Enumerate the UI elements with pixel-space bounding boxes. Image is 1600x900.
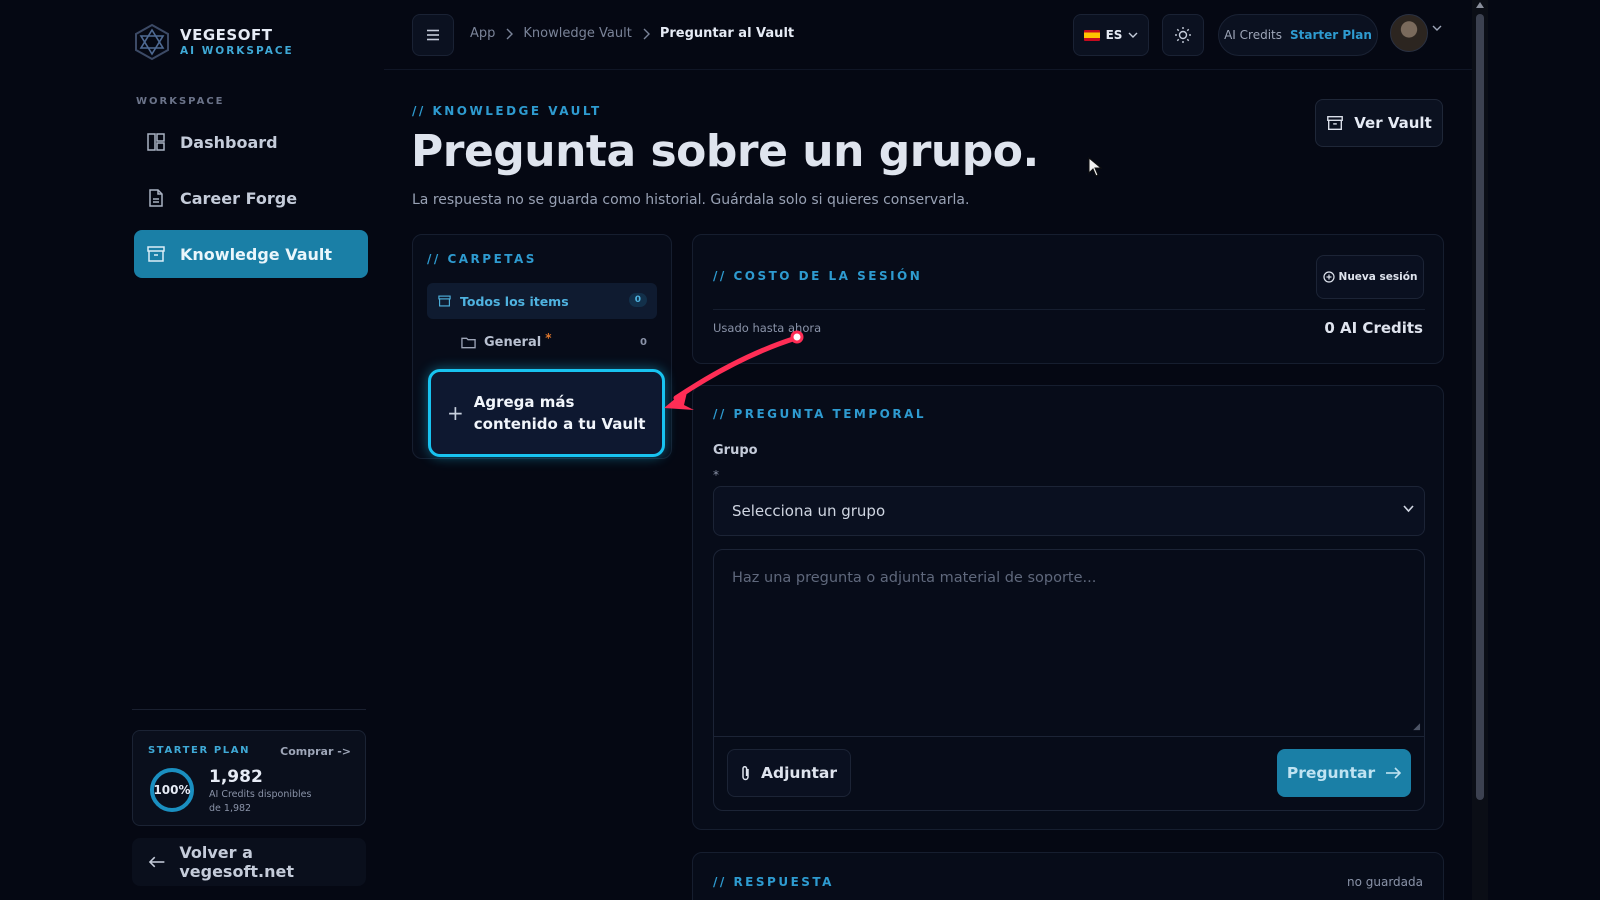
archive-icon — [1327, 116, 1344, 130]
credits-percent: 100% — [153, 783, 191, 797]
paperclip-icon — [742, 765, 749, 781]
folder-icon — [461, 337, 476, 348]
plan-name: Starter Plan — [1289, 28, 1372, 42]
breadcrumb-knowledge-vault[interactable]: Knowledge Vault — [523, 26, 631, 41]
resize-handle-icon[interactable]: ◢ — [1413, 722, 1420, 732]
add-content-line-2: contenido a tu Vault — [473, 415, 646, 433]
credits-total-label: de 1,982 — [209, 803, 252, 814]
plan-card: STARTER PLAN Comprar -> 100% 1,982 AI Cr… — [132, 730, 366, 826]
chevron-down-icon — [1128, 32, 1138, 38]
folder-all-label: Todos los items — [460, 293, 569, 309]
sidebar-item-label: Career Forge — [180, 188, 298, 208]
sidebar: VEGESOFT AI WORKSPACE WORKSPACE Dashboar… — [0, 0, 384, 900]
credits-available-label: AI Credits disponibles — [209, 789, 312, 800]
credits-plan-pill[interactable]: AI Credits Starter Plan — [1218, 14, 1378, 56]
ask-label: Preguntar — [1286, 764, 1376, 782]
chevron-down-icon — [1403, 505, 1414, 513]
back-to-site-label: Volver a vegesoft.net — [179, 843, 295, 881]
sidebar-item-career-forge[interactable]: Career Forge — [134, 174, 368, 222]
sidebar-item-dashboard[interactable]: Dashboard — [134, 118, 368, 166]
scroll-up-icon[interactable] — [1476, 2, 1484, 8]
chevron-down-icon[interactable] — [1432, 25, 1442, 32]
add-content-line-1: Agrega más — [473, 393, 575, 411]
textarea-divider — [714, 736, 1424, 737]
answer-eyebrow: // RESPUESTA — [713, 875, 834, 889]
topbar: App Knowledge Vault Preguntar al Vault E… — [384, 0, 1472, 70]
page-title: Pregunta sobre un grupo. — [411, 126, 1039, 177]
spain-flag-icon — [1083, 29, 1100, 41]
answer-status: no guardada — [1346, 875, 1423, 889]
new-session-label: Nueva sesión — [1338, 271, 1418, 283]
session-cost-card: // COSTO DE LA SESIÓN Nueva sesión Usado… — [692, 234, 1444, 364]
folder-general-label: General — [484, 334, 542, 350]
language-selector[interactable]: ES — [1073, 14, 1149, 56]
breadcrumb-app[interactable]: App — [470, 26, 495, 41]
group-label: Grupo — [713, 443, 758, 458]
default-star: * — [545, 331, 552, 345]
attach-label: Adjuntar — [761, 764, 837, 782]
hamburger-icon — [427, 29, 439, 41]
group-select-value: Selecciona un grupo — [732, 502, 886, 520]
arrow-right-icon — [1386, 767, 1402, 779]
dashboard-icon — [147, 133, 165, 151]
answer-card: // RESPUESTA no guardada — [692, 852, 1444, 900]
vegesoft-logo-icon — [135, 23, 169, 61]
plus-icon: + — [447, 401, 464, 425]
workspace-section-label: WORKSPACE — [136, 96, 225, 107]
session-divider — [713, 309, 1425, 310]
new-session-button[interactable]: Nueva sesión — [1316, 255, 1424, 299]
folder-general[interactable]: General * 0 — [451, 327, 657, 357]
temporary-question-card: // PREGUNTA TEMPORAL Grupo * Selecciona … — [692, 385, 1444, 830]
folders-eyebrow: // CARPETAS — [427, 252, 537, 266]
question-eyebrow: // PREGUNTA TEMPORAL — [713, 407, 927, 421]
breadcrumb-current: Preguntar al Vault — [659, 26, 795, 41]
required-marker: * — [713, 468, 719, 482]
archive-icon — [147, 246, 165, 262]
question-textarea[interactable]: Haz una pregunta o adjunta material de s… — [713, 549, 1425, 811]
folder-general-count: 0 — [640, 336, 647, 348]
buy-credits-link[interactable]: Comprar -> — [280, 745, 351, 758]
used-value: 0 AI Credits — [1324, 319, 1423, 337]
brand-subtitle: AI WORKSPACE — [180, 44, 294, 57]
plan-label: STARTER PLAN — [148, 745, 251, 756]
sidebar-item-label: Knowledge Vault — [180, 244, 333, 264]
back-to-site-button[interactable]: Volver a vegesoft.net — [132, 838, 366, 886]
session-eyebrow: // COSTO DE LA SESIÓN — [713, 269, 923, 283]
add-content-button[interactable]: + Agrega más contenido a tu Vault — [428, 369, 665, 457]
chevron-right-icon — [506, 28, 514, 39]
brand[interactable]: VEGESOFT AI WORKSPACE — [132, 22, 294, 62]
document-icon — [149, 189, 163, 207]
user-avatar[interactable] — [1390, 14, 1428, 52]
folder-all-count: 0 — [628, 293, 647, 307]
credits-count: 1,982 — [209, 767, 263, 787]
page-eyebrow: // KNOWLEDGE VAULT — [412, 104, 602, 118]
ask-button[interactable]: Preguntar — [1277, 749, 1411, 797]
page-scrollbar[interactable] — [1472, 0, 1488, 900]
chevron-right-icon — [643, 28, 650, 39]
theme-toggle-button[interactable] — [1162, 14, 1204, 56]
sidebar-item-label: Dashboard — [180, 132, 278, 152]
credits-pill-label: AI Credits — [1224, 28, 1282, 42]
mouse-cursor-icon — [1088, 157, 1102, 177]
sun-icon — [1175, 27, 1191, 43]
page-subtitle: La respuesta no se guarda como historial… — [412, 192, 970, 208]
sidebar-item-knowledge-vault[interactable]: Knowledge Vault — [134, 230, 368, 278]
group-select[interactable]: Selecciona un grupo — [713, 486, 1425, 536]
attach-button[interactable]: Adjuntar — [727, 749, 851, 797]
view-vault-button[interactable]: Ver Vault — [1315, 99, 1443, 147]
scroll-thumb[interactable] — [1476, 14, 1484, 800]
language-code: ES — [1105, 28, 1123, 42]
sidebar-divider — [132, 709, 366, 710]
plus-circle-icon — [1322, 271, 1335, 283]
breadcrumb: App Knowledge Vault Preguntar al Vault — [470, 26, 794, 41]
folder-all-items[interactable]: Todos los items 0 — [427, 283, 657, 319]
question-placeholder: Haz una pregunta o adjunta material de s… — [732, 570, 1097, 586]
used-label: Usado hasta ahora — [713, 321, 822, 335]
view-vault-label: Ver Vault — [1354, 114, 1432, 132]
menu-toggle-button[interactable] — [412, 14, 454, 56]
arrow-left-icon — [148, 856, 165, 868]
brand-name: VEGESOFT — [180, 25, 273, 44]
archive-icon — [438, 295, 451, 307]
